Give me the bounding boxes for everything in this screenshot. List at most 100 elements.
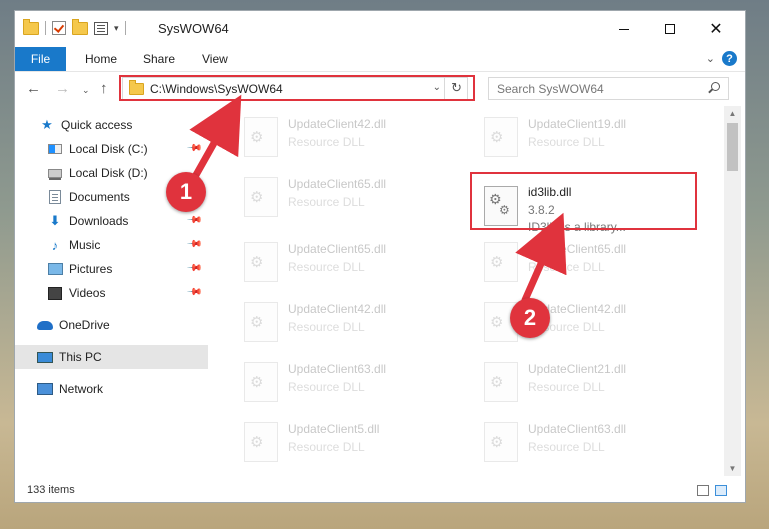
file-name: UpdateClient42.dll (288, 117, 387, 131)
dll-file-icon: ⚙ (244, 362, 278, 402)
maximize-button[interactable] (647, 11, 693, 47)
sidebar-item-label: Pictures (69, 262, 113, 276)
sidebar-item-onedrive[interactable]: OneDrive (15, 313, 208, 337)
customize-toolbar-dropdown-icon[interactable]: ▾ (114, 23, 119, 34)
sidebar-item-this-pc[interactable]: This PC (15, 345, 208, 369)
dll-file-icon: ⚙ (244, 117, 278, 157)
pictures-icon (47, 262, 63, 276)
tab-share[interactable]: Share (143, 52, 175, 66)
file-list: ⚙ UpdateClient42.dll Resource DLL ⚙ Upda… (224, 106, 723, 476)
file-type: Resource DLL (528, 260, 605, 274)
status-bar: 133 items (15, 479, 745, 502)
pin-icon[interactable]: 📌 (185, 140, 202, 157)
sidebar-item-label: Documents (69, 190, 130, 204)
search-icon[interactable] (711, 82, 720, 91)
list-item[interactable]: ⚙ UpdateClient65.dll Resource DLL (474, 236, 699, 288)
list-item[interactable]: ⚙ UpdateClient42.dll Resource DLL (234, 111, 459, 163)
list-item[interactable]: ⚙ UpdateClient21.dll Resource DLL (474, 356, 699, 408)
close-icon: ✕ (709, 21, 723, 38)
tab-view[interactable]: View (202, 52, 228, 66)
cloud-icon (37, 318, 53, 332)
list-item[interactable]: ⚙ UpdateClient63.dll Resource DLL (234, 356, 459, 408)
expand-ribbon-chevron-icon[interactable]: ⌄ (706, 52, 715, 65)
gear-icon: ⚙ (490, 129, 504, 146)
list-item[interactable]: ⚙ UpdateClient65.dll Resource DLL (234, 236, 459, 288)
sidebar-item-label: Local Disk (C:) (69, 142, 148, 156)
list-item[interactable]: ⚙ UpdateClient42.dll Resource DLL (474, 296, 699, 348)
minimize-button[interactable] (601, 11, 647, 47)
gear-icon: ⚙ (250, 189, 264, 206)
sidebar-item-network[interactable]: Network (15, 377, 208, 401)
file-type: Resource DLL (528, 380, 605, 394)
title-bar: ▾ SysWOW64 ✕ (15, 11, 745, 47)
gear-icon: ⚙ (250, 434, 264, 451)
gear-icon: ⚙ (490, 314, 504, 331)
sidebar-item-downloads[interactable]: ⬇ Downloads 📌 (15, 209, 208, 233)
list-item[interactable]: ⚙ UpdateClient42.dll Resource DLL (234, 296, 459, 348)
properties-check-icon[interactable] (52, 21, 66, 35)
tab-home[interactable]: Home (85, 52, 117, 66)
toolbar-divider (124, 21, 126, 35)
sidebar-item-label: This PC (59, 350, 102, 364)
properties-icon[interactable] (94, 21, 108, 35)
file-type: Resource DLL (288, 195, 365, 209)
dll-file-icon: ⚙ (244, 177, 278, 217)
search-input[interactable] (495, 80, 699, 97)
sidebar-item-pictures[interactable]: Pictures 📌 (15, 257, 208, 281)
search-box[interactable] (488, 77, 729, 100)
pin-icon[interactable]: 📌 (185, 284, 202, 301)
file-highlight-box (470, 172, 697, 230)
help-icon[interactable]: ? (722, 51, 737, 66)
list-item[interactable]: ⚙ UpdateClient5.dll Resource DLL (234, 416, 459, 468)
sidebar-item-label: Local Disk (D:) (69, 166, 148, 180)
file-type: Resource DLL (288, 260, 365, 274)
sidebar-item-music[interactable]: ♪ Music 📌 (15, 233, 208, 257)
gear-icon: ⚙ (250, 374, 264, 391)
tab-file[interactable]: File (15, 47, 66, 71)
drive-icon (47, 166, 63, 180)
sidebar-item-quick-access[interactable]: ★ Quick access (15, 113, 208, 137)
window-title: SysWOW64 (158, 21, 229, 36)
large-icons-view-icon[interactable] (715, 485, 727, 496)
scroll-up-icon[interactable]: ▲ (724, 106, 741, 121)
sidebar-item-label: Quick access (61, 118, 133, 132)
sidebar-item-local-disk-c[interactable]: Local Disk (C:) 📌 (15, 137, 208, 161)
list-item[interactable]: ⚙ UpdateClient65.dll Resource DLL (234, 171, 459, 223)
back-arrow-icon[interactable]: ← (26, 81, 41, 96)
gear-icon: ⚙ (250, 129, 264, 146)
maximize-icon (665, 24, 675, 34)
pin-icon[interactable]: 📌 (185, 260, 202, 277)
vertical-scrollbar[interactable]: ▲ ▼ (724, 106, 741, 476)
sidebar-item-label: Videos (69, 286, 106, 300)
list-item[interactable]: ⚙ UpdateClient19.dll Resource DLL (474, 111, 699, 163)
navigation-pane: ★ Quick access Local Disk (C:) 📌 Local D… (15, 106, 208, 476)
gear-icon: ⚙ (250, 254, 264, 271)
gear-icon: ⚙ (250, 314, 264, 331)
dll-file-icon: ⚙ (244, 302, 278, 342)
scroll-down-icon[interactable]: ▼ (724, 461, 741, 476)
address-highlight-box (119, 75, 475, 101)
dll-file-icon: ⚙ (484, 117, 518, 157)
file-name: UpdateClient65.dll (288, 242, 387, 256)
new-folder-icon[interactable] (72, 18, 88, 35)
file-type: Resource DLL (288, 135, 365, 149)
file-name: UpdateClient5.dll (288, 422, 380, 436)
pin-icon[interactable]: 📌 (185, 236, 202, 253)
star-icon: ★ (41, 117, 53, 132)
scrollbar-thumb[interactable] (727, 123, 738, 171)
pin-icon[interactable]: 📌 (185, 212, 202, 229)
dll-file-icon: ⚙ (244, 242, 278, 282)
list-item[interactable]: ⚙ UpdateClient63.dll Resource DLL (474, 416, 699, 468)
step-1-badge: 1 (166, 172, 206, 212)
sidebar-item-label: OneDrive (59, 318, 110, 332)
quick-access-toolbar: ▾ (23, 18, 126, 35)
music-note-icon: ♪ (51, 237, 59, 253)
file-name: UpdateClient63.dll (288, 362, 387, 376)
details-view-icon[interactable] (697, 485, 709, 496)
recent-locations-chevron-icon[interactable]: ⌄ (82, 83, 90, 98)
sidebar-item-videos[interactable]: Videos 📌 (15, 281, 208, 305)
file-name: UpdateClient65.dll (288, 177, 387, 191)
forward-arrow-icon[interactable]: → (55, 81, 70, 96)
close-button[interactable]: ✕ (693, 11, 739, 47)
up-arrow-icon[interactable]: ↑ (100, 81, 108, 96)
